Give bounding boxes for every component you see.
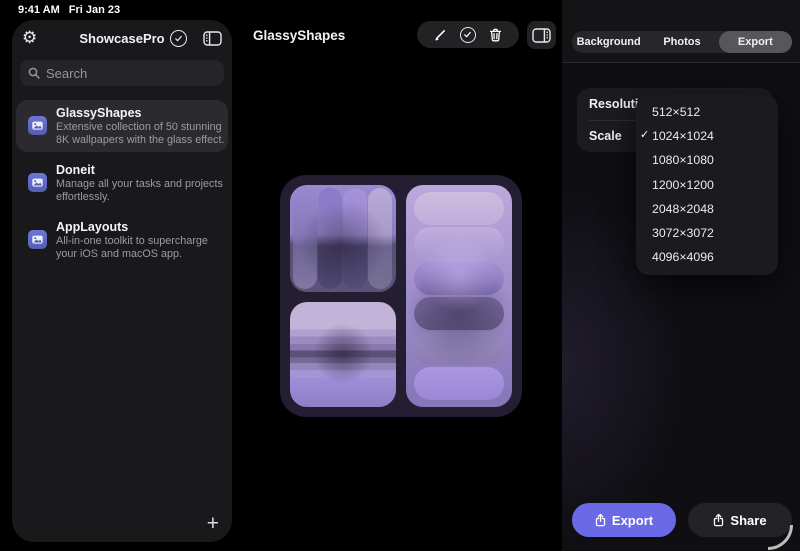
item-description: Manage all your tasks and projects effor… <box>56 178 228 204</box>
trash-icon[interactable] <box>489 28 502 42</box>
sidebar-list: GlassyShapes Extensive collection of 50 … <box>16 100 228 271</box>
menu-option-512[interactable]: 512×512 <box>636 100 778 124</box>
inspector-toggle-button[interactable] <box>527 21 556 49</box>
sidebar-item-glassyshapes[interactable]: GlassyShapes Extensive collection of 50 … <box>16 100 228 152</box>
screen: 9:41 AM Fri Jan 23 100% ⚙ ShowcasePro <box>0 0 800 551</box>
sidebar: ⚙ ShowcasePro Search Gla <box>12 20 232 542</box>
app-title: ShowcasePro <box>12 31 232 46</box>
glass-tile-horizontal-stripes <box>290 302 396 407</box>
search-icon <box>28 67 40 79</box>
status-time: 9:41 AM <box>18 4 60 16</box>
inspector-panel: Background Photos Export Resolution Scal… <box>562 0 800 551</box>
sidebar-toggle-icon[interactable] <box>203 31 222 46</box>
inspector-tabs: Background Photos Export <box>572 31 792 53</box>
item-title: GlassyShapes <box>56 106 141 120</box>
status-date: Fri Jan 23 <box>69 4 120 16</box>
photo-icon <box>28 173 47 192</box>
item-description: All-in-one toolkit to supercharge your i… <box>56 235 228 261</box>
sidebar-header: ⚙ ShowcasePro <box>12 20 232 58</box>
add-project-button[interactable]: + <box>207 514 219 534</box>
glass-tile-pills <box>406 185 512 407</box>
wallpaper-canvas[interactable] <box>280 175 522 417</box>
photo-icon <box>28 230 47 249</box>
menu-option-2048[interactable]: 2048×2048 <box>636 197 778 221</box>
share-up-icon <box>713 513 724 527</box>
menu-option-1200[interactable]: 1200×1200 <box>636 173 778 197</box>
sidebar-item-doneit[interactable]: Doneit Manage all your tasks and project… <box>16 157 228 209</box>
checkmark-icon: ✓ <box>640 128 651 141</box>
tab-photos[interactable]: Photos <box>645 31 718 53</box>
export-label: Export <box>612 513 653 528</box>
item-title: AppLayouts <box>56 220 128 234</box>
glass-tile-vertical-bars <box>290 185 396 292</box>
menu-option-3072[interactable]: 3072×3072 <box>636 221 778 245</box>
edit-icon[interactable] <box>434 28 447 41</box>
menu-option-4096[interactable]: 4096×4096 <box>636 245 778 269</box>
sidebar-trailing-icon <box>532 28 551 43</box>
divider <box>562 62 800 63</box>
photo-icon <box>28 116 47 135</box>
page-title: GlassyShapes <box>253 28 345 43</box>
menu-option-1080[interactable]: 1080×1080 <box>636 148 778 172</box>
scale-label: Scale <box>589 129 622 143</box>
status-bar-left: 9:41 AM Fri Jan 23 <box>18 4 120 16</box>
share-up-icon <box>595 513 606 527</box>
item-description: Extensive collection of 50 stunning 8K w… <box>56 121 228 147</box>
tab-background[interactable]: Background <box>572 31 645 53</box>
resolution-menu: 512×512 ✓ 1024×1024 1080×1080 1200×1200 … <box>636 95 778 275</box>
export-button[interactable]: Export <box>572 503 676 537</box>
menu-option-1024-selected[interactable]: ✓ 1024×1024 <box>636 124 778 148</box>
search-input[interactable]: Search <box>20 60 224 86</box>
share-label: Share <box>730 513 766 528</box>
search-placeholder: Search <box>46 66 87 81</box>
select-mode-icon[interactable] <box>170 30 187 47</box>
toolbar <box>417 21 519 48</box>
select-icon[interactable] <box>460 27 476 43</box>
item-title: Doneit <box>56 163 95 177</box>
tab-export[interactable]: Export <box>719 31 792 53</box>
sidebar-item-applayouts[interactable]: AppLayouts All-in-one toolkit to superch… <box>16 214 228 266</box>
